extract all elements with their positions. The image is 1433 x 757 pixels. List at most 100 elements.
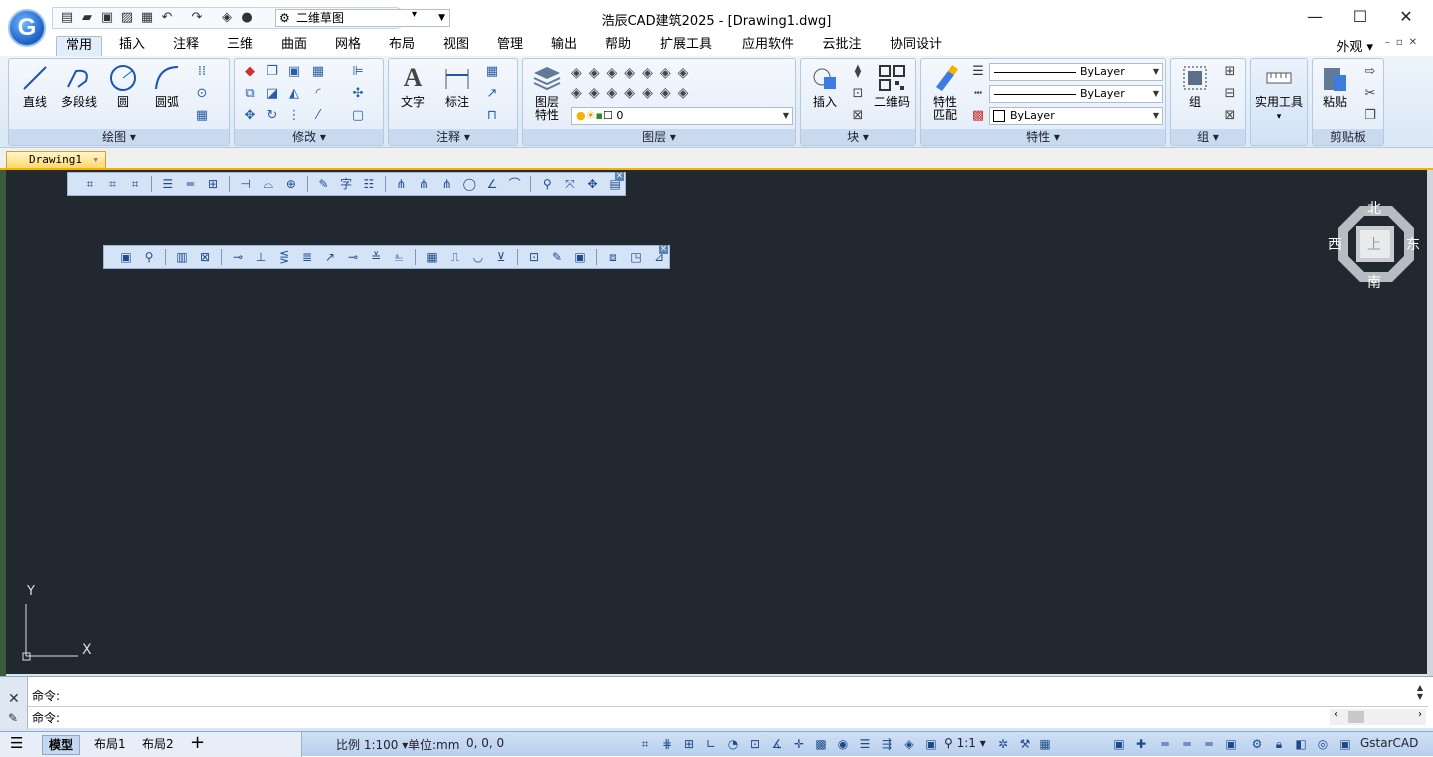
copy-base-icon[interactable]: ❐ (1361, 107, 1379, 125)
radius-icon[interactable]: ◯ (460, 175, 480, 193)
angle-icon[interactable]: ∠ (482, 175, 502, 193)
close-icon[interactable]: × (659, 245, 668, 254)
snap-icon[interactable]: ⋕ (658, 735, 676, 753)
insert-button[interactable]: 插入 (805, 63, 845, 109)
table-icon[interactable]: ▥ (172, 248, 192, 266)
group-button[interactable]: 组 (1175, 63, 1215, 109)
dim-style-icon[interactable]: ⊓ (483, 107, 501, 125)
align-icon[interactable]: ⊫ (349, 63, 367, 81)
array-icon[interactable]: ▦ (309, 63, 327, 81)
tab-collaboration[interactable]: 协同设计 (882, 36, 950, 56)
tab-help[interactable]: 帮助 (596, 36, 640, 56)
break-icon[interactable]: ⁄ (309, 107, 327, 125)
trim-icon[interactable]: ⋮ (285, 107, 303, 125)
scale-status[interactable]: 比例 1:100 ▾ (336, 736, 408, 753)
compass-east[interactable]: 东 (1406, 234, 1420, 254)
tab-layout[interactable]: 布局 (380, 36, 424, 56)
cut-icon[interactable]: ✂ (1361, 85, 1379, 103)
pipe-icon[interactable]: ⊸ (228, 248, 248, 266)
column-icon[interactable]: ⊞ (203, 175, 223, 193)
tab-cloud-markup[interactable]: 云批注 (816, 36, 868, 56)
settings-gear-icon[interactable]: ⚙ (1248, 735, 1266, 753)
annotation-visibility-icon[interactable]: ▣ (922, 735, 940, 753)
ribbon-window-controls[interactable]: –▫✕ (1385, 37, 1423, 48)
grid-axis2-icon[interactable]: ⌗ (103, 175, 123, 193)
dynamic-ucs-icon[interactable]: ✛ (790, 735, 808, 753)
frame-icon[interactable]: ⊠ (195, 248, 215, 266)
block-define-icon[interactable]: ⊠ (849, 107, 867, 125)
close-icon[interactable]: ✕ (8, 691, 20, 707)
maximize-button[interactable]: ☐ (1345, 6, 1375, 28)
polyline-button[interactable]: 多段线 (57, 63, 101, 109)
grid-axis-icon[interactable]: ⌗ (80, 175, 100, 193)
line-button[interactable]: 直线 (15, 63, 55, 109)
table-icon[interactable]: ▦ (483, 63, 501, 81)
layer-tools-grid[interactable]: ◈◈◈◈◈◈◈ ◈◈◈◈◈◈◈ (571, 63, 791, 103)
layer-status-icon[interactable]: ◈ (900, 735, 918, 753)
minimize-button[interactable]: — (1300, 6, 1330, 28)
circle-button[interactable]: 圆 (105, 63, 141, 109)
annotation-scale[interactable]: ⚲ 1:1 ▾ (944, 736, 986, 750)
tab-insert[interactable]: 插入 (110, 36, 154, 56)
panel-layers-title[interactable]: 图层 ▾ (523, 129, 795, 145)
toolbar-lock-icon[interactable]: ▣ (1110, 735, 1128, 753)
scale-icon[interactable]: ◪ (263, 85, 281, 103)
ortho-icon[interactable]: ∟ (702, 735, 720, 753)
arc-button[interactable]: 圆弧 (147, 63, 187, 109)
close-button[interactable]: ✕ (1391, 6, 1421, 28)
close-icon[interactable]: × (615, 172, 624, 181)
block-edit-icon[interactable]: ⧫ (849, 63, 867, 81)
lock-icon[interactable]: 🔒︎ (1270, 735, 1288, 753)
multi-text-icon[interactable]: ☷ (359, 175, 379, 193)
utilities-button[interactable]: 实用工具 ▾ (1251, 63, 1307, 124)
tab-annotate[interactable]: 注释 (164, 36, 208, 56)
layer-icon[interactable]: ▣ (570, 248, 590, 266)
tab-extensions[interactable]: 扩展工具 (652, 36, 720, 56)
qrcode-button[interactable]: 二维码 (871, 63, 913, 109)
paste-button[interactable]: 粘贴 (1315, 63, 1355, 109)
layer-select[interactable]: ●☀▪☐ 0 ▼ (571, 107, 793, 125)
dimension-button[interactable]: 标注 (437, 63, 477, 109)
door-icon[interactable]: ⊣ (236, 175, 256, 193)
chevron-right-icon[interactable]: › (1418, 709, 1422, 720)
tab-home[interactable]: 常用 (56, 36, 102, 56)
compass-north[interactable]: 北 (1367, 198, 1381, 218)
search-icon[interactable]: ⚲ (537, 175, 557, 193)
hatch-icon[interactable]: ▦ (193, 107, 211, 125)
ungroup-icon[interactable]: ⊞ (1221, 63, 1239, 81)
group-select-icon[interactable]: ⊠ (1221, 107, 1239, 125)
layer-properties-button[interactable]: 图层 特性 (527, 63, 567, 122)
move-icon[interactable]: ✥ (583, 175, 603, 193)
tab-mesh[interactable]: 网格 (326, 36, 370, 56)
text-button[interactable]: A 文字 (395, 63, 431, 109)
room-icon[interactable]: ⊕ (281, 175, 301, 193)
offset-icon[interactable]: ▣ (285, 63, 303, 81)
join-icon[interactable]: ▢ (349, 107, 367, 125)
command-input[interactable]: 命令: (32, 709, 60, 726)
note-icon[interactable]: ≣ (297, 248, 317, 266)
lineweight-select[interactable]: ByLayer ▼ (989, 63, 1163, 81)
match-properties-button[interactable]: 特性 匹配 (925, 63, 965, 122)
break-line-icon[interactable]: ⊸ (343, 248, 363, 266)
panel-properties-title[interactable]: 特性 ▾ (921, 129, 1165, 145)
fullscreen-icon[interactable]: ▣ (1336, 735, 1354, 753)
fillet-icon[interactable]: ◜ (309, 85, 327, 103)
display-icon[interactable]: ▣ (1222, 735, 1240, 753)
panel-clipboard-title[interactable]: 剪贴板 (1313, 129, 1383, 145)
mirror-icon[interactable]: ◭ (285, 85, 303, 103)
bar2-icon[interactable]: ═ (1178, 735, 1196, 753)
view-cube[interactable]: 北 南 东 西 上 (1328, 201, 1420, 291)
compass-south[interactable]: 南 (1367, 272, 1381, 292)
osnap-icon[interactable]: ⊡ (746, 735, 764, 753)
tab-surface[interactable]: 曲面 (272, 36, 316, 56)
wall2-icon[interactable]: ═ (181, 175, 201, 193)
polar-icon[interactable]: ◔ (724, 735, 742, 753)
block-attribute-icon[interactable]: ⊡ (849, 85, 867, 103)
add-layout-icon[interactable]: + (190, 732, 205, 753)
chevron-left-icon[interactable]: ‹ (1334, 709, 1338, 720)
color-select[interactable]: ByLayer ▼ (989, 107, 1163, 125)
label-icon[interactable]: ⎁ (389, 248, 409, 266)
section-icon[interactable]: ⊻ (491, 248, 511, 266)
scroll-thumb[interactable] (1348, 711, 1364, 723)
move-icon[interactable]: ✥ (241, 107, 259, 125)
